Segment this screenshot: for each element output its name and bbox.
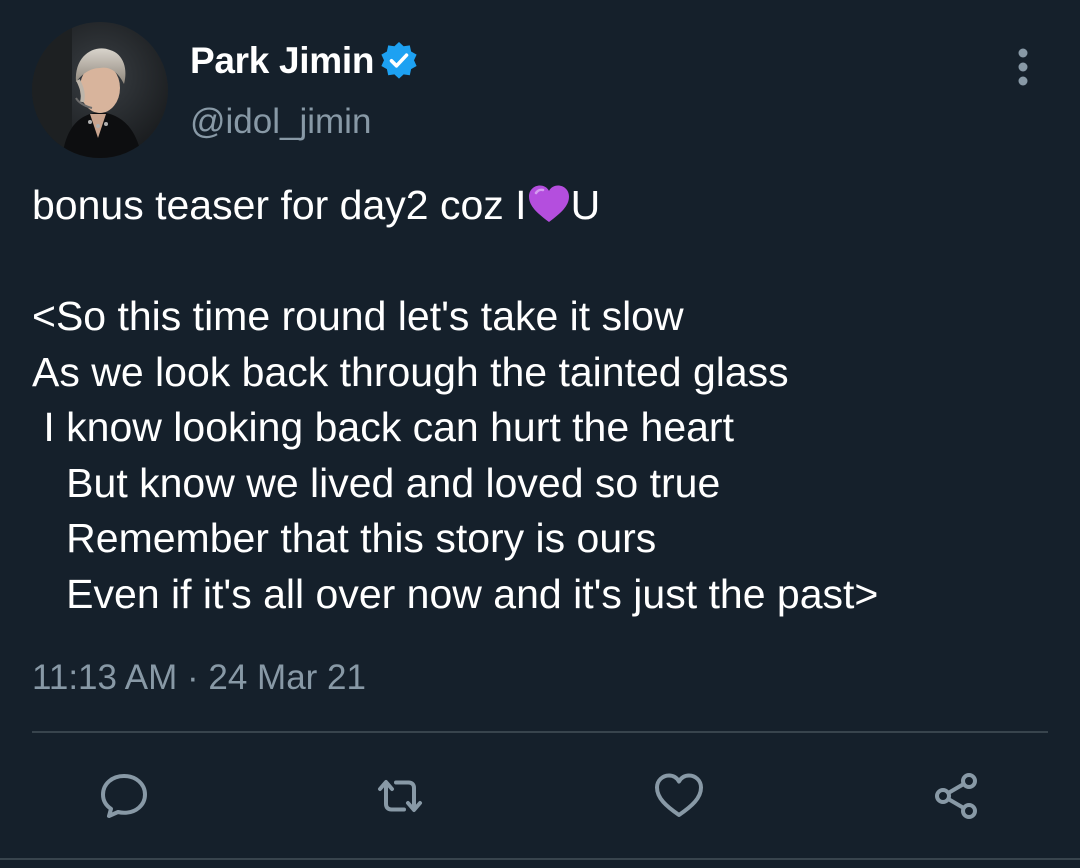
tweet-line: Even if it's all over now and it's just …: [32, 570, 879, 617]
reply-button[interactable]: [96, 768, 152, 824]
bottom-divider: [0, 858, 1080, 860]
purple-heart-icon: [527, 184, 571, 224]
retweet-icon: [378, 780, 422, 812]
display-name[interactable]: Park Jimin: [190, 38, 374, 84]
tweet-line: <So this time round let's take it slow: [32, 293, 684, 339]
tweet-text: bonus teaser for day2 coz I U <So this ti…: [32, 178, 1052, 622]
share-button[interactable]: [929, 768, 985, 824]
avatar[interactable]: [32, 22, 168, 158]
tweet-line-text: U: [570, 182, 601, 228]
tweet-line: bonus teaser for day2 coz I U: [32, 178, 1052, 234]
tweet-line: I know looking back can hurt the heart: [32, 404, 734, 450]
like-button[interactable]: [651, 768, 707, 824]
comment-icon: [101, 774, 147, 818]
retweet-button[interactable]: [372, 768, 428, 824]
profile-photo: [32, 22, 168, 158]
verified-badge-icon: [379, 41, 419, 81]
tweet-line: As we look back through the tainted glas…: [32, 348, 789, 395]
divider: [32, 731, 1048, 733]
more-vertical-icon: [1018, 48, 1028, 86]
tweet-line: But know we lived and loved so true: [32, 459, 721, 506]
author-name-row[interactable]: Park Jimin: [190, 38, 419, 84]
author-handle[interactable]: @idol_jimin: [190, 100, 371, 144]
share-icon: [935, 773, 977, 819]
tweet-timestamp[interactable]: 11:13 AM · 24 Mar 21: [32, 655, 366, 701]
tweet-line: Remember that this story is ours: [32, 515, 657, 561]
tweet-line-text: bonus teaser for day2 coz I: [32, 182, 527, 228]
heart-outline-icon: [655, 773, 703, 817]
more-options-button[interactable]: [1000, 44, 1046, 90]
